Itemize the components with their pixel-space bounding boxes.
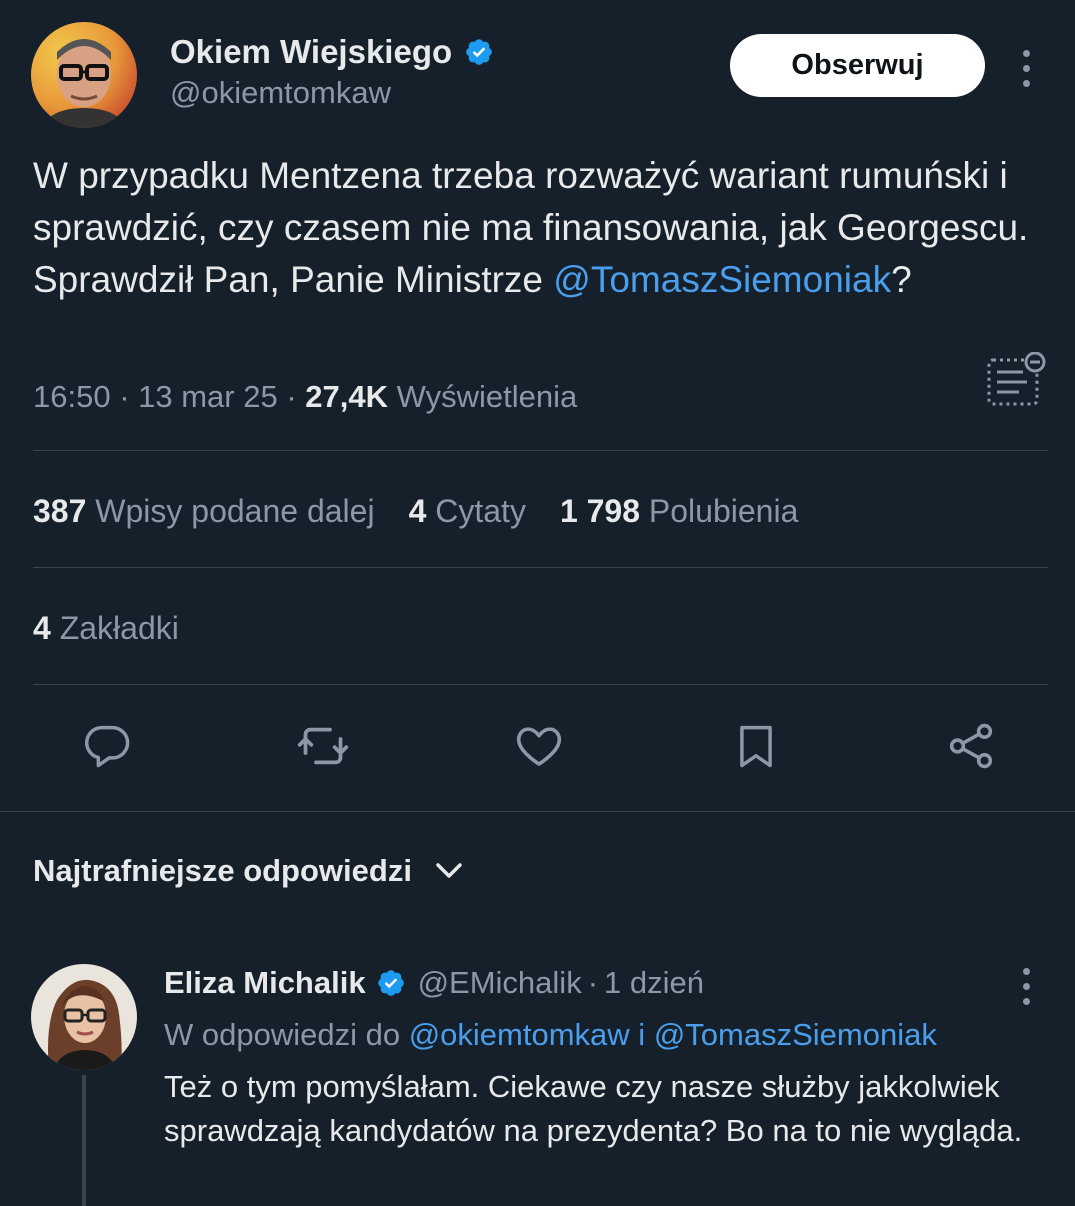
retweet-icon[interactable] bbox=[293, 716, 353, 776]
author-avatar-image bbox=[31, 22, 137, 128]
author-name[interactable]: Okiem Wiejskiego bbox=[170, 30, 452, 74]
reply-more-options-icon[interactable] bbox=[1016, 968, 1036, 1005]
divider bbox=[0, 811, 1075, 812]
reply-time[interactable]: 1 dzień bbox=[604, 960, 704, 1006]
replies-header-label: Najtrafniejsze odpowiedzi bbox=[33, 853, 412, 888]
post-analytics-icon[interactable] bbox=[985, 351, 1049, 415]
reposts-stat[interactable]: 387 Wpisy podane dalej bbox=[33, 488, 375, 534]
quotes-label: Cytaty bbox=[435, 493, 526, 529]
reply-author-avatar[interactable] bbox=[31, 964, 137, 1070]
divider bbox=[33, 567, 1048, 568]
tweet-time[interactable]: 16:50 bbox=[33, 379, 111, 414]
follow-button[interactable]: Obserwuj bbox=[730, 34, 985, 97]
tweet-meta: 16:50 · 13 mar 25 · 27,4K Wyświetlenia bbox=[33, 374, 577, 420]
reply-text: Też o tym pomyślałam. Ciekawe czy nasze … bbox=[164, 1069, 1023, 1148]
engagement-stats: 387 Wpisy podane dalej 4 Cytaty 1 798 Po… bbox=[33, 488, 798, 534]
likes-label: Polubienia bbox=[648, 493, 799, 529]
reply-to-conjunction: i bbox=[638, 1017, 646, 1052]
reply-header: Eliza Michalik @EMichalik · 1 dzień bbox=[164, 960, 704, 1006]
reposts-label: Wpisy podane dalej bbox=[95, 493, 375, 529]
bookmarks-stat[interactable]: 4 Zakładki bbox=[33, 605, 179, 651]
reply-to-user-link[interactable]: @okiemtomkaw bbox=[409, 1017, 630, 1052]
reply-to-line: W odpowiedzi do @okiemtomkaw i @TomaszSi… bbox=[164, 1012, 937, 1058]
thread-line bbox=[82, 1075, 86, 1206]
bookmark-icon[interactable] bbox=[726, 716, 786, 776]
meta-separator: · bbox=[286, 379, 306, 414]
divider bbox=[33, 450, 1048, 451]
bookmarks-label: Zakładki bbox=[59, 610, 179, 646]
divider bbox=[33, 684, 1048, 685]
views-count: 27,4K bbox=[305, 379, 389, 414]
reply-to-prefix: W odpowiedzi do bbox=[164, 1017, 401, 1052]
meta-separator: · bbox=[119, 379, 139, 414]
like-icon[interactable] bbox=[509, 716, 569, 776]
reposts-count: 387 bbox=[33, 493, 87, 529]
tweet-text: W przypadku Mentzena trzeba rozważyć war… bbox=[33, 150, 1053, 306]
author-handle[interactable]: @okiemtomkaw bbox=[170, 72, 391, 114]
chevron-down-icon bbox=[436, 863, 462, 878]
author-avatar[interactable] bbox=[31, 22, 137, 128]
share-icon[interactable] bbox=[941, 716, 1001, 776]
tweet-tail: ? bbox=[891, 259, 912, 300]
reply-icon[interactable] bbox=[77, 716, 137, 776]
time-separator: · bbox=[587, 965, 599, 1000]
bookmarks-count: 4 bbox=[33, 610, 51, 646]
reply-avatar-image bbox=[31, 964, 137, 1070]
more-options-icon[interactable] bbox=[1016, 50, 1036, 87]
tweet-date[interactable]: 13 mar 25 bbox=[138, 379, 278, 414]
reply-author-handle[interactable]: @EMichalik bbox=[418, 960, 582, 1006]
quotes-count: 4 bbox=[408, 493, 427, 529]
views-label: Wyświetlenia bbox=[396, 379, 578, 414]
reply-author-name[interactable]: Eliza Michalik bbox=[164, 960, 366, 1006]
author-name-row: Okiem Wiejskiego bbox=[170, 30, 494, 74]
verified-badge-icon bbox=[466, 39, 492, 65]
mention-link[interactable]: @TomaszSiemoniak bbox=[553, 259, 891, 300]
quotes-stat[interactable]: 4 Cytaty bbox=[409, 488, 526, 534]
likes-count: 1 798 bbox=[559, 493, 641, 529]
replies-sort-dropdown[interactable]: Najtrafniejsze odpowiedzi bbox=[33, 853, 464, 889]
likes-stat[interactable]: 1 798 Polubienia bbox=[560, 488, 798, 534]
verified-badge-icon bbox=[377, 970, 404, 996]
reply-to-user-link[interactable]: @TomaszSiemoniak bbox=[654, 1017, 937, 1052]
